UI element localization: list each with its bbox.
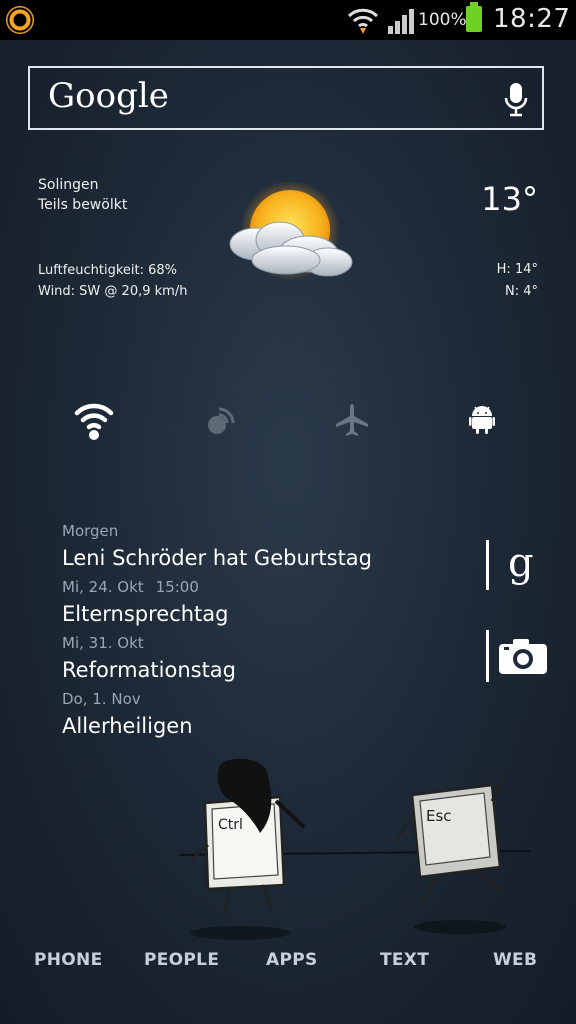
sync-icon	[208, 407, 235, 434]
weather-wind: Wind: SW @ 20,9 km/h	[38, 284, 188, 299]
ctrl-label: Ctrl	[218, 817, 243, 833]
google-logo[interactable]: Google	[48, 76, 169, 116]
toggle-wifi[interactable]	[72, 398, 116, 442]
google-shortcut[interactable]: g	[486, 540, 540, 590]
dock: PHONE PEOPLE APPS TEXT WEB	[0, 950, 576, 974]
weather-humidity: Luftfeuchtigkeit: 68%	[38, 263, 178, 278]
calendar-event[interactable]: Leni Schröder hat Geburtstag	[62, 542, 482, 576]
wifi-icon	[347, 8, 379, 34]
signal-icon	[388, 9, 414, 34]
weather-condition: Teils bewölkt	[38, 197, 128, 213]
toggle-android[interactable]	[460, 398, 504, 442]
calendar-date: Mi, 24. Okt 15:00	[62, 578, 199, 596]
google-search-bar[interactable]: Google	[28, 66, 544, 130]
ctrl-key-character: Ctrl	[191, 758, 306, 914]
calendar-date: Mi, 31. Okt	[62, 634, 144, 652]
camera-icon	[499, 639, 547, 674]
android-icon	[469, 406, 495, 434]
toggle-airplane[interactable]	[330, 398, 374, 442]
weather-temperature: 13°	[481, 180, 538, 218]
wallpaper-keys-illustration: Ctrl Esc	[180, 758, 531, 940]
calendar-widget[interactable]: Morgen Leni Schröder hat Geburtstag Mi, …	[62, 520, 482, 744]
wifi-icon	[74, 403, 114, 440]
battery-icon	[466, 2, 482, 32]
battery-percentage: 100%	[418, 10, 467, 30]
toggle-sync[interactable]	[200, 398, 244, 442]
airplane-icon	[336, 404, 368, 436]
weather-city: Solingen	[38, 177, 99, 193]
dock-phone[interactable]: PHONE	[34, 950, 102, 970]
dock-apps[interactable]: APPS	[266, 950, 318, 970]
svg-text:g: g	[508, 542, 534, 586]
dock-people[interactable]: PEOPLE	[144, 950, 219, 970]
app-notification-icon	[6, 6, 34, 34]
camera-shortcut[interactable]	[486, 630, 548, 682]
dock-text[interactable]: TEXT	[380, 950, 429, 970]
status-bar: 100% 18:27	[0, 0, 576, 40]
calendar-date: Morgen	[62, 522, 119, 540]
clock: 18:27	[493, 4, 571, 34]
mic-icon[interactable]	[504, 82, 528, 118]
partly-cloudy-icon	[229, 182, 353, 280]
weather-low: N: 4°	[504, 284, 538, 299]
divider	[486, 540, 489, 590]
calendar-date: Do, 1. Nov	[62, 690, 141, 708]
calendar-event[interactable]: Allerheiligen	[62, 710, 482, 744]
dock-web[interactable]: WEB	[493, 950, 537, 970]
calendar-time: 15:00	[155, 578, 199, 596]
esc-label: Esc	[426, 807, 452, 825]
google-g-icon: g	[508, 542, 534, 586]
weather-high: H: 14°	[496, 262, 538, 277]
divider	[486, 630, 489, 682]
calendar-event[interactable]: Reformationstag	[62, 654, 482, 688]
calendar-event[interactable]: Elternsprechtag	[62, 598, 482, 632]
esc-key-character: Esc	[394, 772, 508, 906]
